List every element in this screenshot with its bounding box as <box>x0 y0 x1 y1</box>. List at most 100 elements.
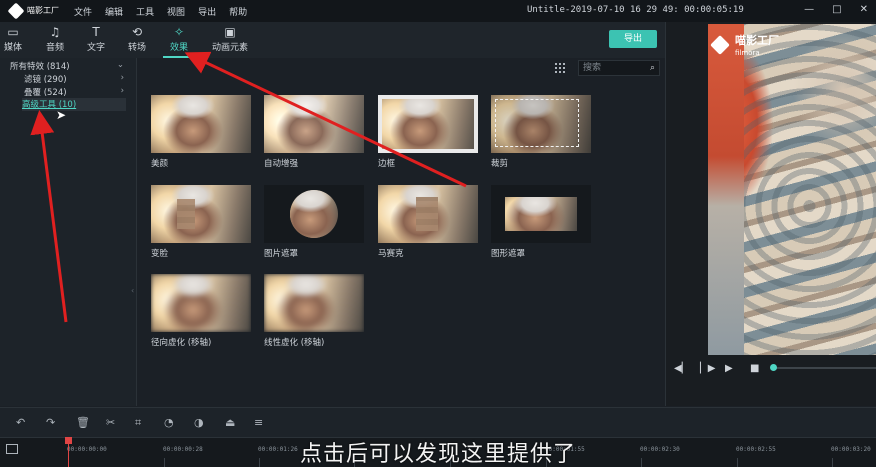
effect-thumbnail <box>151 185 251 243</box>
chevron-right-icon: › <box>120 86 124 96</box>
category-label: 滤镜 (290) <box>24 75 67 85</box>
search-input[interactable]: 搜索 ⌕ <box>578 60 660 76</box>
effect-thumbnail <box>491 95 591 153</box>
effect-card-crop[interactable]: 裁剪 <box>491 95 591 169</box>
project-title: Untitle-2019-07-10 16 29 49: 00:00:05:19 <box>527 5 744 15</box>
effects-icon: ✧ <box>173 25 185 39</box>
effect-thumbnail <box>491 185 591 243</box>
effect-label: 变脸 <box>151 249 169 259</box>
tab-transition[interactable]: ⟲ 转场 <box>117 25 157 53</box>
effect-thumbnail <box>378 95 478 153</box>
preview-progress-bar[interactable] <box>773 367 876 369</box>
menu-file[interactable]: 文件 <box>74 5 92 18</box>
music-note-icon: ♫ <box>49 25 61 39</box>
adjust-icon[interactable]: ≡ <box>254 416 263 429</box>
redo-icon[interactable]: ↷ <box>46 416 55 429</box>
prev-frame-icon[interactable]: ◀▏ <box>674 363 689 374</box>
effect-label: 线性虚化 (移轴) <box>264 338 325 348</box>
category-filters[interactable]: 滤镜 (290) › <box>24 73 128 86</box>
logo-text: 喵影工厂 <box>27 6 59 15</box>
preview-panel: 喵影工厂 filmora ◀▏ ▏▶ ▶ ■ <box>665 22 876 406</box>
category-label: 叠覆 (524) <box>24 88 67 98</box>
chevron-down-icon: ⌄ <box>116 60 124 70</box>
effect-label: 美颜 <box>151 159 169 169</box>
tab-label: 转场 <box>127 43 146 53</box>
transition-icon: ⟲ <box>131 25 143 39</box>
watermark-text-en: filmora <box>735 49 760 57</box>
tab-media[interactable]: ▭ 媒体 <box>0 25 33 53</box>
menu-view[interactable]: 视图 <box>167 5 185 18</box>
effect-card-linear-blur[interactable]: 线性虚化 (移轴) <box>264 274 364 348</box>
close-icon[interactable]: ✕ <box>860 4 868 15</box>
effect-thumbnail <box>264 95 364 153</box>
effects-grid: 搜索 ⌕ 美颜 自动增强 边框 裁剪 变脸 图片遮罩 马赛克 图形遮罩 径向虚化… <box>138 58 665 406</box>
effect-card-shape-mask[interactable]: 图形遮罩 <box>491 185 591 259</box>
watermark: 喵影工厂 filmora <box>710 32 779 57</box>
effect-label: 图形遮罩 <box>491 249 526 259</box>
watermark-text-cn: 喵影工厂 <box>735 34 779 47</box>
window-controls: — □ ✕ <box>804 4 868 15</box>
category-all[interactable]: 所有特效 (814) ⌄ <box>10 60 128 73</box>
maximize-icon[interactable]: □ <box>832 4 841 15</box>
preview-video[interactable]: 喵影工厂 filmora <box>708 24 876 355</box>
minimize-icon[interactable]: — <box>804 4 814 15</box>
effect-thumbnail <box>378 185 478 243</box>
effect-card-image-mask[interactable]: 图片遮罩 <box>264 185 364 259</box>
menu-help[interactable]: 帮助 <box>229 5 247 18</box>
export-button[interactable]: 导出 <box>609 30 657 48</box>
category-advanced-tools[interactable]: 高级工具 (10) <box>22 98 126 111</box>
effect-label: 边框 <box>378 159 396 169</box>
text-icon: T <box>92 25 100 39</box>
search-icon[interactable]: ⌕ <box>650 61 655 75</box>
tab-text[interactable]: T 文字 <box>76 25 116 53</box>
chevron-right-icon: › <box>120 73 124 83</box>
category-label: 高级工具 (10) <box>22 100 77 110</box>
tab-effects[interactable]: ✧ 效果 <box>159 25 199 58</box>
effect-label: 自动增强 <box>264 159 299 169</box>
menu-edit[interactable]: 编辑 <box>105 5 123 18</box>
tab-label: 媒体 <box>3 43 22 53</box>
speed-icon[interactable]: ◔ <box>164 416 174 429</box>
watermark-logo-icon <box>710 34 730 55</box>
search-placeholder: 搜索 <box>583 63 602 73</box>
title-bar: 喵影工厂 文件 编辑 工具 视图 导出 帮助 Untitle-2019-07-1… <box>0 0 876 22</box>
preview-progress-knob[interactable] <box>770 364 777 371</box>
menu-tools[interactable]: 工具 <box>136 5 154 18</box>
image-icon: ▣ <box>224 25 236 39</box>
step-forward-icon[interactable]: ▏▶ <box>700 363 715 374</box>
category-panel: 所有特效 (814) ⌄ 滤镜 (290) › 叠覆 (524) › 高级工具 … <box>0 58 137 406</box>
tab-label: 动画元素 <box>211 43 248 53</box>
effect-card-radial-blur[interactable]: 径向虚化 (移轴) <box>151 274 251 348</box>
play-icon[interactable]: ▶ <box>725 363 733 374</box>
effect-thumbnail <box>151 95 251 153</box>
effect-label: 马赛克 <box>378 249 404 259</box>
tab-label: 文字 <box>86 43 105 53</box>
folder-icon: ▭ <box>7 25 19 39</box>
grid-view-icon[interactable] <box>555 63 565 73</box>
color-icon[interactable]: ◑ <box>194 416 204 429</box>
effect-label: 径向虚化 (移轴) <box>151 338 212 348</box>
greenscreen-icon[interactable]: ⏏ <box>225 416 235 429</box>
collapse-panel-icon[interactable]: ‹ <box>131 286 134 295</box>
timeline-toolbar: ↶ ↷ 🗑 ✂ ⌗ ◔ ◑ ⏏ ≡ <box>0 407 876 437</box>
effect-card-border[interactable]: 边框 <box>378 95 478 169</box>
effect-thumbnail <box>264 185 364 243</box>
undo-icon[interactable]: ↶ <box>16 416 25 429</box>
crop-icon[interactable]: ⌗ <box>135 416 141 430</box>
effect-thumbnail <box>264 274 364 332</box>
tab-elements[interactable]: ▣ 动画元素 <box>208 25 252 53</box>
effect-card-beauty[interactable]: 美颜 <box>151 95 251 169</box>
menu-bar: 文件 编辑 工具 视图 导出 帮助 <box>74 5 260 18</box>
effect-card-mosaic[interactable]: 马赛克 <box>378 185 478 259</box>
tab-label: 效果 <box>169 43 188 53</box>
effect-card-face-off[interactable]: 变脸 <box>151 185 251 259</box>
tab-label: 音频 <box>45 43 64 53</box>
menu-export[interactable]: 导出 <box>198 5 216 18</box>
effect-label: 裁剪 <box>491 159 509 169</box>
effect-card-auto-enhance[interactable]: 自动增强 <box>264 95 364 169</box>
delete-icon[interactable]: 🗑 <box>76 416 90 429</box>
cut-icon[interactable]: ✂ <box>106 416 115 429</box>
tab-audio[interactable]: ♫ 音频 <box>35 25 75 53</box>
stop-icon[interactable]: ■ <box>750 363 759 374</box>
logo-mark-icon <box>7 2 25 20</box>
